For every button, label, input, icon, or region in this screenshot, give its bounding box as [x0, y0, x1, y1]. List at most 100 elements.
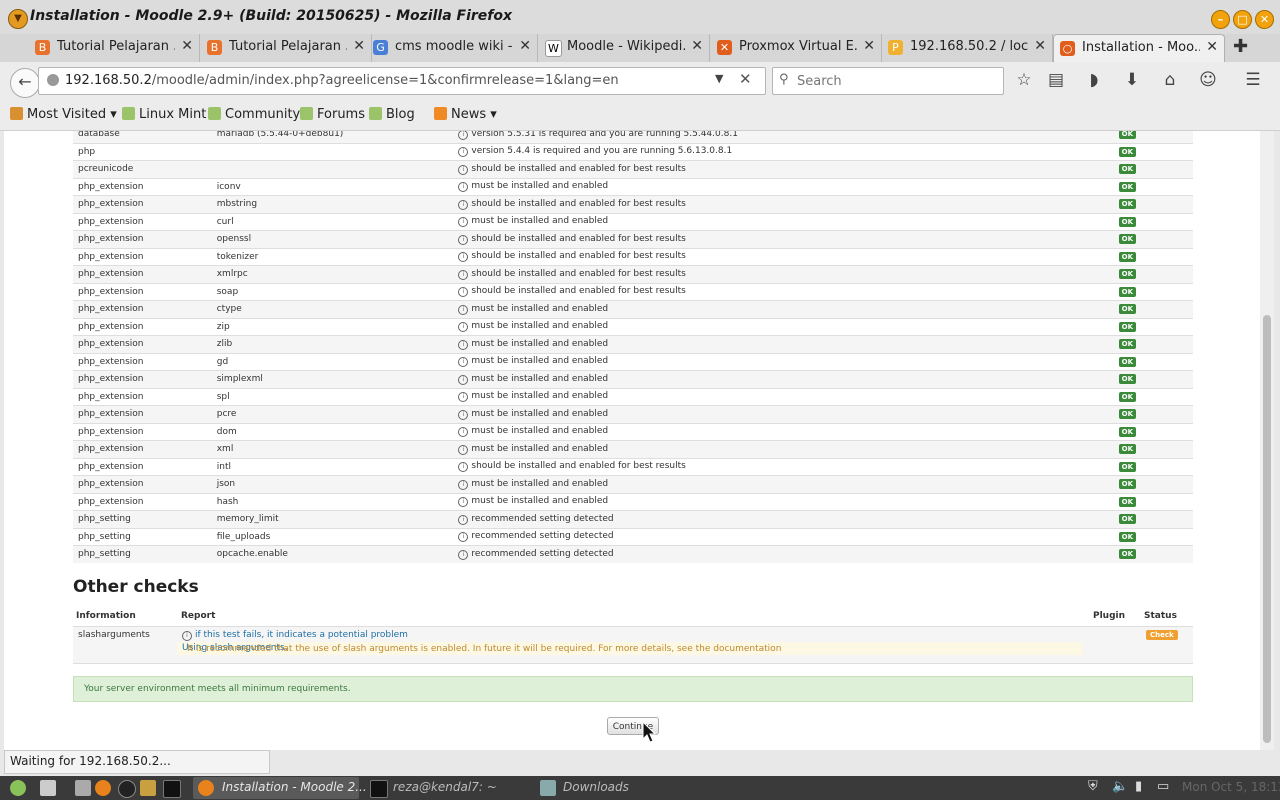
column-header-plugin: Plugin: [1093, 611, 1126, 621]
close-window-icon[interactable]: ✕: [1255, 10, 1274, 29]
requirement-report: i version 5.4.4 is required and you are r…: [453, 142, 1051, 161]
status-badge: OK: [1118, 216, 1136, 227]
stop-loading-icon[interactable]: ✕: [739, 70, 752, 88]
clock[interactable]: Mon Oct 5, 18:13: [1182, 780, 1280, 796]
bookmark-community[interactable]: Community: [208, 107, 300, 122]
menu-icon[interactable]: ☰: [1242, 70, 1264, 90]
firefox-launcher-icon[interactable]: [95, 780, 111, 796]
success-message: Your server environment meets all minimu…: [84, 684, 351, 694]
search-icon: ⚲: [779, 72, 789, 87]
taskbar-item-firefox[interactable]: Installation - Moodle 2...: [193, 777, 367, 799]
status-badge: OK: [1118, 391, 1136, 402]
pocket-icon[interactable]: ◗: [1083, 70, 1105, 90]
close-tab-icon[interactable]: ✕: [1206, 39, 1218, 55]
report-text: must be installed and enabled: [471, 181, 609, 192]
status-cell: OK: [1050, 527, 1193, 546]
taskbar-item-downloads[interactable]: Downloads: [537, 777, 703, 799]
downloads-icon[interactable]: ⬇: [1121, 70, 1143, 90]
close-tab-icon[interactable]: ✕: [1034, 38, 1046, 54]
back-button[interactable]: ←: [10, 68, 40, 98]
report-text: must be installed and enabled: [471, 321, 609, 332]
info-icon: i: [458, 374, 469, 385]
requirement-report: i must be installed and enabled: [453, 475, 1051, 493]
google-icon: G: [373, 40, 388, 55]
battery-icon[interactable]: ▭: [1157, 779, 1169, 794]
requirement-report: i must be installed and enabled: [453, 317, 1051, 336]
requirement-info: pcre: [211, 405, 454, 423]
close-tab-icon[interactable]: ✕: [353, 38, 365, 54]
status-cell: OK: [1050, 317, 1193, 336]
shield-icon[interactable]: ⛨: [1088, 779, 1098, 794]
requirement-name: php_extension: [73, 405, 212, 423]
url-text[interactable]: 192.168.50.2/moodle/admin/index.php?agre…: [65, 73, 619, 88]
bookmark-label: Blog: [386, 107, 415, 122]
firefox-icon[interactable]: ▼: [8, 9, 28, 29]
bookmark-news[interactable]: News ▾: [434, 107, 497, 122]
show-desktop-icon[interactable]: [40, 780, 56, 796]
requirements-table: database mariadb (5.5.44-0+deb8u1) i versio…: [73, 131, 1193, 563]
status-cell: OK: [1050, 195, 1193, 213]
search-input[interactable]: [795, 71, 999, 91]
status-badge: OK: [1118, 531, 1136, 542]
requirement-name: php_extension: [73, 282, 212, 301]
status-badge: OK: [1118, 339, 1136, 350]
report-text: version 5.4.4 is required and you are ru…: [471, 146, 733, 157]
info-icon: i: [458, 164, 469, 175]
bookmark-blog[interactable]: Blog: [369, 107, 415, 122]
folder-icon: [10, 107, 23, 120]
file-manager-icon[interactable]: [75, 780, 91, 796]
media-icon[interactable]: [118, 780, 136, 798]
tab-1[interactable]: B Tutorial Pelajaran ... ✕: [29, 34, 200, 62]
taskbar-item-label: reza@kendal7: ~: [393, 780, 497, 794]
info-icon: i: [458, 131, 469, 140]
status-cell: OK: [1050, 247, 1193, 266]
status-cell: OK: [1050, 265, 1193, 283]
scrollbar-thumb[interactable]: [1263, 315, 1271, 743]
url-dropdown-icon[interactable]: ▼: [715, 72, 723, 85]
mint-menu-icon[interactable]: [10, 780, 26, 796]
requirement-info: simplexml: [211, 370, 454, 388]
tab-7[interactable]: ○ Installation - Moo... ✕: [1053, 34, 1225, 63]
status-text: Waiting for 192.168.50.2...: [10, 754, 171, 768]
reading-list-icon[interactable]: ▤: [1045, 70, 1067, 90]
maximize-icon[interactable]: □: [1233, 10, 1252, 29]
tab-2[interactable]: B Tutorial Pelajaran ... ✕: [201, 34, 372, 62]
tab-6[interactable]: P 192.168.50.2 / loc... ✕: [882, 34, 1053, 62]
close-tab-icon[interactable]: ✕: [519, 38, 531, 54]
info-icon: i: [458, 199, 469, 210]
info-icon: i: [458, 322, 469, 333]
site-info-icon[interactable]: [47, 74, 59, 86]
table-row: database mariadb (5.5.44-0+deb8u1) i versio…: [73, 131, 1193, 143]
minimize-icon[interactable]: –: [1211, 10, 1230, 29]
page-scrollbar[interactable]: [1260, 131, 1274, 750]
requirement-name: php_extension: [73, 335, 212, 353]
requirement-info: json: [211, 475, 454, 493]
info-icon: i: [458, 427, 469, 438]
close-tab-icon[interactable]: ✕: [691, 38, 703, 54]
hello-icon[interactable]: ☺: [1197, 70, 1219, 90]
app-launcher-icon[interactable]: [140, 780, 156, 796]
new-tab-icon[interactable]: ✚: [1233, 36, 1248, 57]
tab-5[interactable]: ✕ Proxmox Virtual E... ✕: [711, 34, 882, 62]
info-icon: i: [458, 339, 469, 350]
url-host: 192.168.50.2: [65, 73, 152, 88]
close-tab-icon[interactable]: ✕: [863, 38, 875, 54]
tab-label: Tutorial Pelajaran ...: [57, 39, 175, 54]
taskbar-item-terminal[interactable]: reza@kendal7: ~: [366, 777, 532, 799]
url-bar[interactable]: 192.168.50.2/moodle/admin/index.php?agre…: [38, 67, 766, 95]
report-text: must be installed and enabled: [471, 426, 609, 437]
tab-4[interactable]: W Moodle - Wikipedi... ✕: [539, 34, 710, 62]
table-row: php_extension dom i must be installed and e…: [73, 422, 1193, 441]
bookmark-forums[interactable]: Forums: [300, 107, 365, 122]
volume-icon[interactable]: 🔈: [1112, 779, 1128, 794]
info-icon: i: [458, 147, 469, 158]
bookmark-most-visited[interactable]: Most Visited ▾: [10, 107, 117, 122]
network-icon[interactable]: ▮: [1135, 779, 1142, 794]
tab-3[interactable]: Gcms moodle wiki - ... ✕: [367, 34, 538, 62]
bookmark-star-icon[interactable]: ☆: [1013, 70, 1035, 90]
bookmark-linux-mint[interactable]: Linux Mint: [122, 107, 206, 122]
home-icon[interactable]: ⌂: [1159, 70, 1181, 90]
terminal-launcher-icon[interactable]: [163, 780, 181, 798]
close-tab-icon[interactable]: ✕: [181, 38, 193, 54]
search-bar[interactable]: ⚲: [772, 67, 1004, 95]
